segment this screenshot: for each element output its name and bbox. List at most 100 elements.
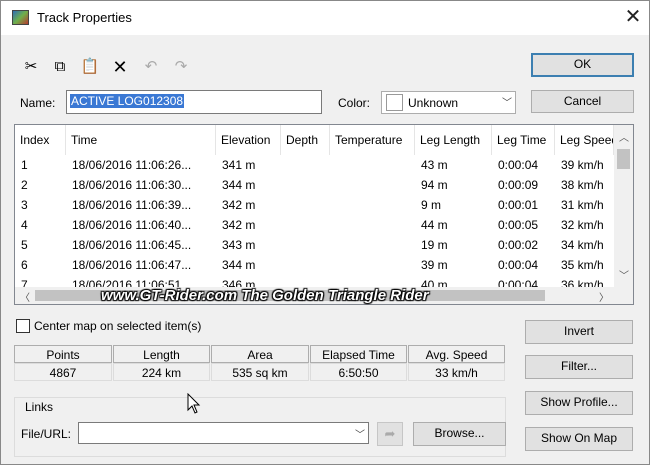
table-cell: 342 m bbox=[222, 218, 256, 232]
table-cell: 6 bbox=[21, 258, 28, 272]
center-map-label: Center map on selected item(s) bbox=[34, 319, 202, 333]
table-cell: 3 bbox=[21, 198, 28, 212]
chevron-down-icon[interactable]: ﹀ bbox=[355, 426, 365, 441]
column-header-leg-time[interactable]: Leg Time bbox=[492, 125, 555, 155]
table-cell: 94 m bbox=[421, 178, 448, 192]
table-cell: 35 km/h bbox=[561, 258, 604, 272]
table-cell: 19 m bbox=[421, 238, 448, 252]
table-cell: 34 km/h bbox=[561, 238, 604, 252]
scissors-icon[interactable]: ✂ bbox=[20, 57, 42, 77]
close-icon[interactable]: ✕ bbox=[621, 5, 645, 29]
file-url-label: File/URL: bbox=[21, 427, 72, 441]
column-header-leg-length[interactable]: Leg Length bbox=[415, 125, 492, 155]
stat-header-elapsed-time: Elapsed Time bbox=[310, 345, 407, 363]
table-cell: 342 m bbox=[222, 198, 256, 212]
table-cell bbox=[281, 195, 330, 215]
vertical-scrollbar[interactable]: ︿ ﹀ bbox=[614, 125, 633, 287]
table-cell: 0:00:05 bbox=[498, 218, 539, 232]
table-cell: 39 m bbox=[421, 258, 448, 272]
column-header-index[interactable]: Index bbox=[15, 125, 66, 155]
color-swatch bbox=[386, 94, 403, 111]
table-cell: 1 bbox=[21, 158, 28, 172]
stat-value-avg-speed: 33 km/h bbox=[408, 363, 505, 381]
invert-button[interactable]: Invert bbox=[525, 320, 633, 344]
vertical-scroll-thumb[interactable] bbox=[617, 149, 630, 169]
table-cell: 341 m bbox=[222, 158, 256, 172]
name-input[interactable]: ACTIVE LOG012308 bbox=[66, 90, 322, 114]
stat-header-points: Points bbox=[14, 345, 112, 363]
delete-icon[interactable]: ✕ bbox=[109, 57, 131, 77]
paste-icon[interactable]: 📋 bbox=[79, 57, 101, 77]
column-header-temperature[interactable]: Temperature bbox=[330, 125, 415, 155]
track-points-list[interactable]: Index Time Elevation Depth Temperature L… bbox=[14, 124, 634, 305]
table-cell: 0:00:04 bbox=[498, 158, 539, 172]
column-header-time[interactable]: Time bbox=[66, 125, 216, 155]
table-cell bbox=[330, 175, 415, 195]
table-cell bbox=[281, 175, 330, 195]
title-bar: Track Properties ✕ bbox=[1, 1, 649, 35]
mouse-cursor-icon bbox=[187, 392, 201, 418]
file-url-combobox[interactable]: ﹀ bbox=[78, 422, 369, 444]
show-on-map-button[interactable]: Show On Map bbox=[525, 427, 633, 451]
table-cell bbox=[281, 255, 330, 275]
scroll-up-icon[interactable]: ︿ bbox=[619, 129, 629, 144]
show-profile-button[interactable]: Show Profile... bbox=[525, 391, 633, 415]
filter-button[interactable]: Filter... bbox=[525, 355, 633, 379]
open-link-arrow-icon[interactable]: ➦ bbox=[377, 422, 403, 446]
column-header-elevation[interactable]: Elevation bbox=[216, 125, 281, 155]
table-cell: 0:00:04 bbox=[498, 258, 539, 272]
column-header-depth[interactable]: Depth bbox=[281, 125, 330, 155]
table-cell: 5 bbox=[21, 238, 28, 252]
color-dropdown[interactable]: Unknown ﹀ bbox=[381, 91, 516, 114]
track-properties-dialog: Track Properties ✕ ✂ ⧉ 📋 ✕ ↶ ↷ OK Cancel… bbox=[0, 0, 650, 465]
table-cell bbox=[281, 215, 330, 235]
table-cell bbox=[330, 155, 415, 175]
table-cell: 18/06/2016 11:06:39... bbox=[72, 198, 192, 212]
redo-icon[interactable]: ↷ bbox=[170, 57, 192, 77]
table-cell: 0:00:09 bbox=[498, 178, 539, 192]
stat-header-area: Area bbox=[211, 345, 309, 363]
table-cell: 18/06/2016 11:06:26... bbox=[72, 158, 192, 172]
stat-header-length: Length bbox=[113, 345, 210, 363]
table-cell bbox=[330, 255, 415, 275]
table-cell: 18/06/2016 11:06:47... bbox=[72, 258, 192, 272]
table-cell: 32 km/h bbox=[561, 218, 604, 232]
ok-button[interactable]: OK bbox=[531, 53, 634, 77]
table-cell: 2 bbox=[21, 178, 28, 192]
table-cell: 344 m bbox=[222, 178, 256, 192]
table-cell: 43 m bbox=[421, 158, 448, 172]
stat-value-area: 535 sq km bbox=[211, 363, 309, 381]
table-cell: 9 m bbox=[421, 198, 442, 212]
cancel-button[interactable]: Cancel bbox=[531, 90, 634, 113]
app-icon bbox=[12, 10, 29, 25]
undo-icon[interactable]: ↶ bbox=[140, 57, 162, 77]
center-map-checkbox[interactable] bbox=[16, 319, 30, 333]
window-title: Track Properties bbox=[37, 10, 132, 25]
table-cell: 39 km/h bbox=[561, 158, 604, 172]
table-cell: 18/06/2016 11:06:30... bbox=[72, 178, 192, 192]
table-cell bbox=[281, 155, 330, 175]
table-cell: 31 km/h bbox=[561, 198, 604, 212]
name-label: Name: bbox=[20, 96, 56, 110]
browse-button[interactable]: Browse... bbox=[413, 422, 506, 446]
links-group-label: Links bbox=[23, 400, 56, 414]
color-label: Color: bbox=[338, 96, 371, 110]
scroll-down-icon[interactable]: ﹀ bbox=[619, 267, 629, 282]
stat-value-points: 4867 bbox=[14, 363, 112, 381]
stat-value-elapsed-time: 6:50:50 bbox=[310, 363, 407, 381]
table-cell: 44 m bbox=[421, 218, 448, 232]
scroll-left-icon[interactable]: 〈 bbox=[20, 289, 30, 304]
table-cell: 0:00:01 bbox=[498, 198, 539, 212]
table-cell bbox=[281, 235, 330, 255]
name-value: ACTIVE LOG012308 bbox=[70, 94, 185, 108]
scroll-right-icon[interactable]: 〉 bbox=[599, 289, 609, 304]
table-cell: 0:00:02 bbox=[498, 238, 539, 252]
stat-value-length: 224 km bbox=[113, 363, 210, 381]
table-cell: 343 m bbox=[222, 238, 256, 252]
copy-icon[interactable]: ⧉ bbox=[49, 57, 71, 77]
table-cell: 18/06/2016 11:06:45... bbox=[72, 238, 192, 252]
table-cell bbox=[330, 215, 415, 235]
table-cell bbox=[330, 195, 415, 215]
table-cell bbox=[330, 235, 415, 255]
column-header-leg-speed[interactable]: Leg Speed bbox=[555, 125, 614, 155]
